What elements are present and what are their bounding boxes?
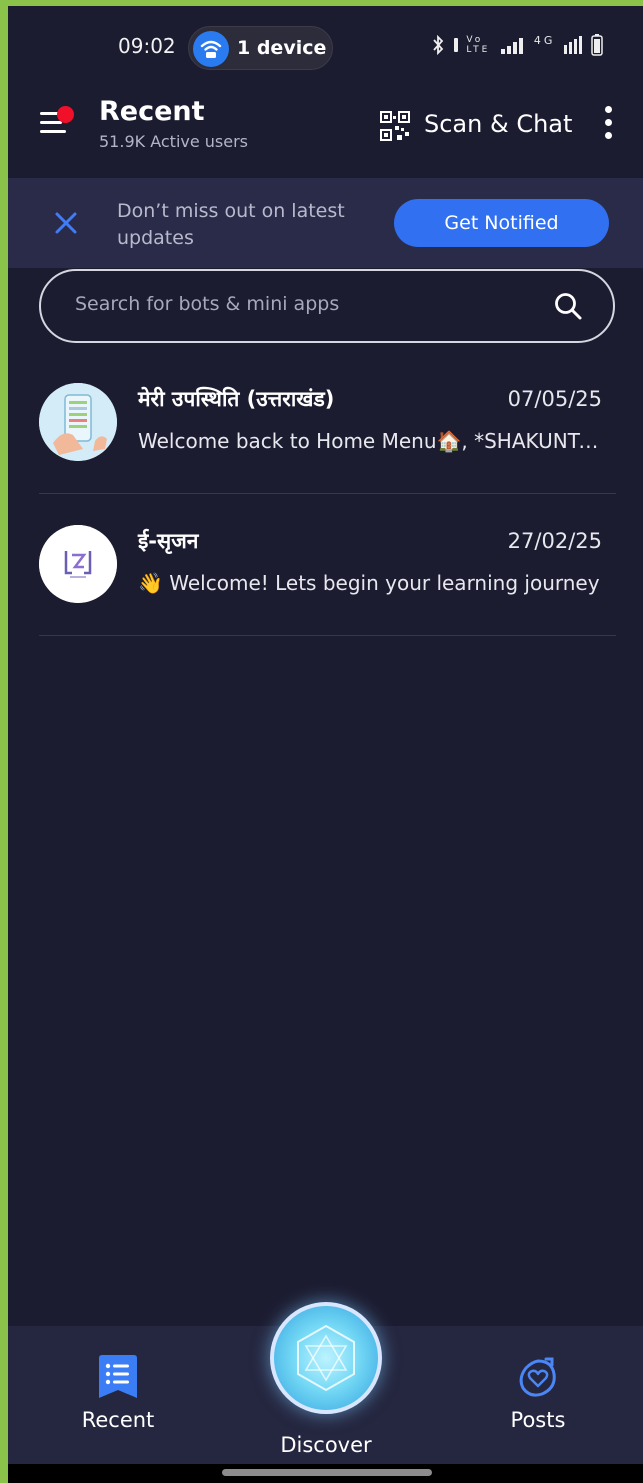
get-notified-button[interactable]: Get Notified bbox=[394, 199, 609, 247]
chat-name: मेरी उपस्थिति (उत्तराखंड) bbox=[138, 387, 335, 411]
notification-banner: Don’t miss out on latest updates Get Not… bbox=[8, 178, 643, 268]
search-placeholder: Search for bots & mini apps bbox=[75, 293, 340, 315]
nav-discover-label: Discover bbox=[280, 1433, 372, 1457]
signal-icon bbox=[501, 38, 524, 54]
active-users-count: 51.9K Active users bbox=[99, 132, 249, 151]
gesture-bar bbox=[8, 1464, 643, 1483]
discover-hexagon-icon bbox=[297, 1324, 355, 1392]
attendance-app-icon bbox=[39, 383, 117, 461]
chat-avatar bbox=[39, 383, 117, 461]
divider bbox=[39, 493, 616, 494]
posts-heart-icon bbox=[519, 1357, 556, 1397]
4g-signal-icon: 4G bbox=[533, 34, 556, 47]
status-time: 09:02 bbox=[118, 34, 176, 58]
close-icon[interactable] bbox=[52, 209, 80, 237]
chat-date: 07/05/25 bbox=[507, 387, 602, 411]
chat-preview: 👋 Welcome! Lets begin your learning jour… bbox=[138, 571, 600, 595]
menu-icon[interactable] bbox=[40, 106, 76, 138]
volte-icon: Vo LTE bbox=[466, 35, 491, 55]
app-header: Recent 51.9K Active users Scan & Chat bbox=[8, 86, 643, 178]
app-screen: 09:02 1 device Vo LTE 4G Recent 51.9K Ac… bbox=[8, 6, 643, 1483]
chat-name: ई-सृजन bbox=[138, 529, 199, 553]
status-bar: 09:02 1 device Vo LTE 4G bbox=[8, 6, 643, 86]
scan-and-chat-button[interactable]: Scan & Chat bbox=[380, 108, 580, 144]
discover-button[interactable] bbox=[270, 1302, 382, 1414]
page-title: Recent bbox=[99, 96, 205, 127]
chat-list-item[interactable]: मेरी उपस्थिति (उत्तराखंड) 07/05/25 Welco… bbox=[39, 383, 616, 495]
recent-list-icon bbox=[99, 1355, 137, 1398]
nav-recent-label: Recent bbox=[81, 1408, 155, 1432]
device-count-label: 1 device bbox=[237, 37, 327, 59]
battery-icon bbox=[591, 34, 603, 56]
divider bbox=[39, 635, 616, 636]
qr-code-icon bbox=[380, 111, 410, 141]
bluetooth-icon bbox=[433, 34, 444, 56]
nav-posts-label: Posts bbox=[510, 1408, 566, 1432]
search-icon[interactable] bbox=[553, 291, 583, 321]
wifi-icon bbox=[193, 31, 229, 67]
more-options-icon[interactable] bbox=[602, 106, 614, 140]
chat-avatar bbox=[39, 525, 117, 603]
scan-and-chat-label: Scan & Chat bbox=[424, 110, 573, 138]
chat-preview: Welcome back to Home Menu🏠, *SHAKUNTALA* bbox=[138, 429, 604, 453]
vibrate-icon bbox=[453, 38, 458, 52]
device-frame: 09:02 1 device Vo LTE 4G Recent 51.9K Ac… bbox=[0, 0, 643, 1483]
home-indicator[interactable] bbox=[222, 1469, 432, 1476]
nav-tab-recent[interactable]: Recent bbox=[68, 1354, 168, 1434]
chat-list-item[interactable]: ई-सृजन 27/02/25 👋 Welcome! Lets begin yo… bbox=[39, 525, 616, 637]
e-srijan-logo-icon bbox=[39, 525, 117, 603]
nav-tab-posts[interactable]: Posts bbox=[488, 1354, 588, 1434]
chat-date: 27/02/25 bbox=[507, 529, 602, 553]
4g-bars-icon bbox=[564, 36, 583, 54]
banner-message: Don’t miss out on latest updates bbox=[117, 200, 345, 249]
search-input[interactable]: Search for bots & mini apps bbox=[39, 269, 615, 343]
notification-dot bbox=[57, 106, 74, 123]
system-icons: Vo LTE 4G bbox=[431, 34, 603, 56]
connected-device-pill[interactable]: 1 device bbox=[188, 26, 333, 70]
